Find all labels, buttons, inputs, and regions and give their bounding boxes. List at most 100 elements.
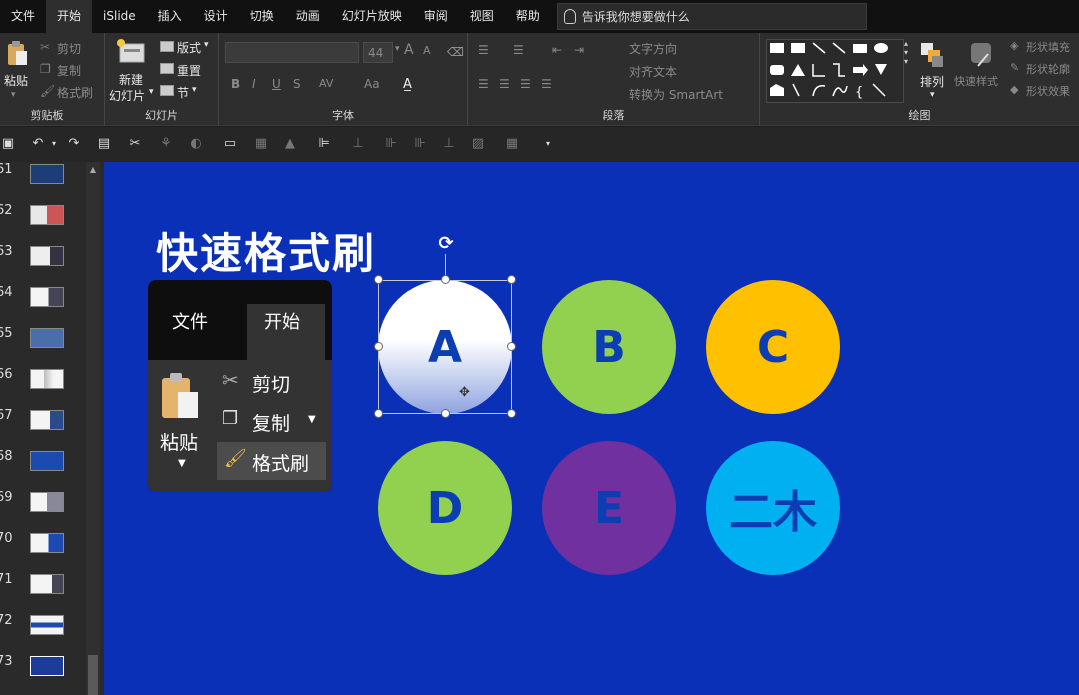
shrink-font-button[interactable]: A (423, 44, 431, 57)
tab-review[interactable]: 审阅 (413, 0, 459, 33)
undo-dropdown-icon[interactable]: ▾ (46, 136, 62, 152)
thumbnail-image[interactable] (30, 574, 64, 594)
strikethrough-button[interactable]: S (293, 77, 301, 91)
format-painter-button[interactable]: 格式刷 (57, 84, 93, 101)
quick-styles-icon[interactable] (968, 40, 994, 68)
cut-button[interactable]: 剪切 (57, 40, 81, 57)
bullets-icon[interactable]: ☰ (478, 43, 489, 57)
undo-icon[interactable]: ↶ (30, 136, 46, 152)
thumbnail-item[interactable]: 69 (0, 490, 90, 520)
thumbnail-image[interactable] (30, 246, 64, 266)
resize-handle-s[interactable] (441, 409, 450, 418)
numbering-icon[interactable]: ☰ (513, 43, 524, 57)
customize-qat-icon[interactable]: ▾ (540, 136, 556, 152)
align-left-qat-icon[interactable]: ⊫ (316, 136, 332, 152)
change-case-button[interactable]: Aa (364, 77, 380, 91)
underline-button[interactable]: U (272, 77, 281, 91)
tab-home[interactable]: 开始 (46, 0, 93, 33)
thumbnail-image[interactable] (30, 287, 64, 307)
align-qat-icon[interactable]: ⚘ (158, 136, 174, 152)
layout-dropdown-icon[interactable]: ▾ (204, 40, 209, 50)
grow-font-button[interactable]: A (404, 42, 414, 58)
italic-button[interactable]: I (252, 77, 256, 91)
distribute-qat-icon[interactable]: ⊥ (350, 136, 366, 152)
resize-handle-e[interactable] (507, 342, 516, 351)
shape-effects-icon[interactable]: ◆ (1010, 83, 1018, 96)
shape-effects-button[interactable]: 形状效果 (1026, 83, 1070, 99)
new-slide-label-1[interactable]: 新建 (119, 71, 143, 88)
save-icon[interactable]: ▣ (0, 136, 16, 152)
shape-fill-button[interactable]: 形状填充 (1026, 39, 1070, 55)
thumbnail-item[interactable]: 61 (0, 162, 90, 192)
thumbnail-item[interactable]: 64 (0, 285, 90, 315)
tab-design[interactable]: 设计 (193, 0, 239, 33)
thumbnail-image[interactable] (30, 492, 64, 512)
cut-icon[interactable]: ✂ (40, 40, 50, 54)
arrange-button[interactable]: 排列 (920, 73, 944, 90)
thumbnail-image[interactable] (30, 369, 64, 389)
copy-button[interactable]: 复制 (57, 62, 81, 79)
align-left-icon[interactable]: ☰ (478, 77, 489, 91)
thumbnail-image[interactable] (30, 615, 64, 635)
shape-fill-icon[interactable]: ◈ (1010, 39, 1018, 52)
circle-b[interactable]: B (542, 280, 676, 414)
paste-dropdown-icon[interactable]: ▾ (11, 90, 16, 100)
section-icon[interactable] (160, 85, 174, 96)
font-size-select[interactable]: 44 (363, 42, 393, 63)
align-text-button[interactable]: 对齐文本 (629, 63, 677, 80)
slide-canvas[interactable]: 快速格式刷 文件 开始 粘贴 ▼ ✂ 剪切 ❐ 复制 ▼ 🖌 格式刷 A B C… (104, 162, 1079, 695)
thumbnail-image[interactable] (30, 533, 64, 553)
tab-view[interactable]: 视图 (459, 0, 505, 33)
thumbnail-image[interactable] (30, 410, 64, 430)
thumbnail-item[interactable]: 63 (0, 244, 90, 274)
thumbnail-item[interactable]: 73 (0, 654, 90, 684)
tab-slideshow[interactable]: 幻灯片放映 (331, 0, 413, 33)
resize-handle-sw[interactable] (374, 409, 383, 418)
quick-styles-button[interactable]: 快速样式 (954, 73, 998, 89)
thumbnail-item[interactable]: 68 (0, 449, 90, 479)
rotate-handle-icon[interactable]: ⟳ (436, 234, 456, 254)
arrange-dropdown-icon[interactable]: ▾ (930, 90, 935, 100)
shape-outline-button[interactable]: 形状轮廓 (1026, 61, 1070, 77)
tab-help[interactable]: 帮助 (505, 0, 551, 33)
new-slide-dropdown-icon[interactable]: ▾ (149, 87, 154, 97)
thumbnail-item[interactable]: 65 (0, 326, 90, 356)
tab-islide[interactable]: iSlide (92, 0, 147, 33)
smartart-button[interactable]: 转换为 SmartArt (629, 86, 723, 103)
thumbnail-item[interactable]: 62 (0, 203, 90, 233)
shapes-gallery[interactable]: { (766, 39, 904, 103)
increase-indent-icon[interactable]: ⇥ (574, 43, 584, 57)
new-slide-icon[interactable] (116, 38, 146, 66)
copy-icon[interactable]: ❐ (40, 62, 51, 76)
tell-me-search[interactable]: 告诉我你想要做什么 (556, 3, 867, 30)
layout-button[interactable]: 版式 (177, 39, 201, 56)
circle-e[interactable]: E (542, 441, 676, 575)
resize-handle-n[interactable] (441, 275, 450, 284)
thumbnail-item[interactable]: 71 (0, 572, 90, 602)
scroll-thumb[interactable] (88, 655, 98, 695)
resize-handle-w[interactable] (374, 342, 383, 351)
center-qat-icon[interactable]: ⊪ (383, 136, 399, 152)
align-center-icon[interactable]: ☰ (499, 77, 510, 91)
image-qat-icon[interactable]: ▲ (282, 136, 298, 152)
grid-qat-icon[interactable]: ▦ (504, 136, 520, 152)
scroll-up-icon[interactable]: ▲ (88, 165, 98, 177)
reset-button[interactable]: 重置 (177, 62, 201, 79)
bottom-qat-icon[interactable]: ⊥ (441, 136, 457, 152)
slide-title[interactable]: 快速格式刷 (156, 220, 376, 281)
circle-c[interactable]: C (706, 280, 840, 414)
middle-qat-icon[interactable]: ⊪ (412, 136, 428, 152)
bold-button[interactable]: B (231, 77, 240, 91)
thumbnails-scrollbar[interactable]: ▲ (86, 162, 100, 695)
decrease-indent-icon[interactable]: ⇤ (552, 43, 562, 57)
thumbnail-item[interactable]: 70 (0, 531, 90, 561)
thumbnail-image[interactable] (30, 656, 64, 676)
picture-qat-icon[interactable]: ▨ (470, 136, 486, 152)
justify-icon[interactable]: ☰ (541, 77, 552, 91)
layout-icon[interactable] (160, 41, 174, 52)
font-color-icon[interactable]: A̲ (403, 77, 421, 95)
format-painter-icon[interactable]: 🖌 (40, 84, 55, 98)
tab-animations[interactable]: 动画 (285, 0, 331, 33)
text-direction-button[interactable]: 文字方向 (629, 40, 677, 57)
resize-handle-nw[interactable] (374, 275, 383, 284)
